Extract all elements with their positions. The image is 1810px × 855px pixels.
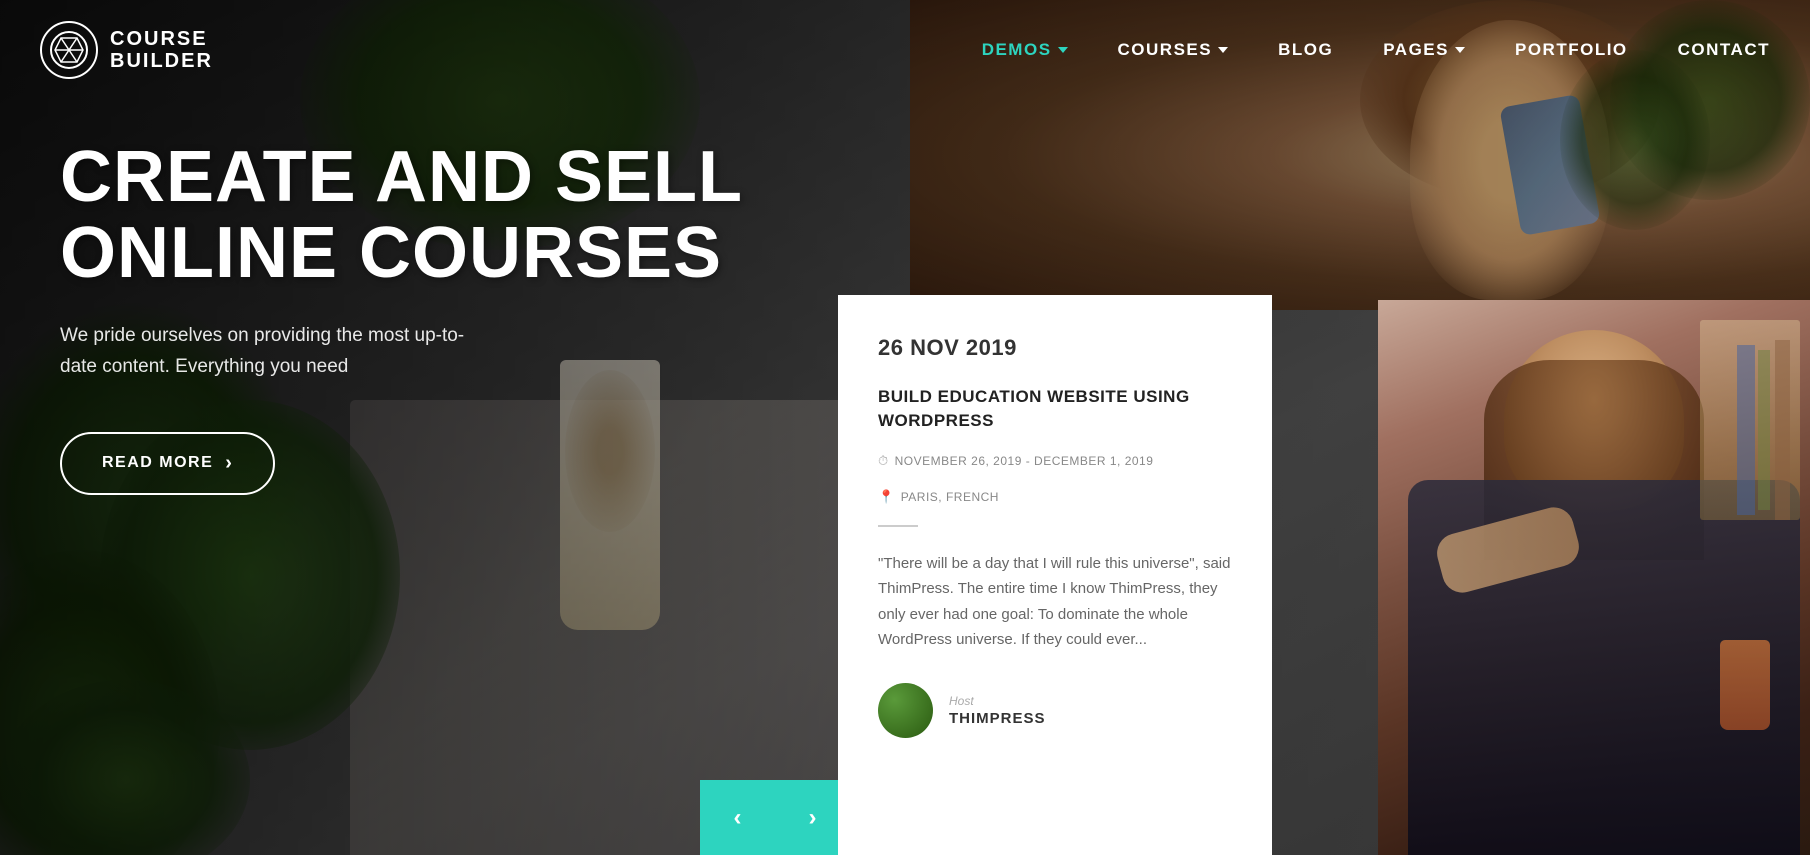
- nav-item-blog[interactable]: BLOG: [1278, 40, 1333, 60]
- book-spine-3: [1737, 345, 1755, 515]
- nav-item-pages[interactable]: PAGES: [1383, 40, 1465, 60]
- blog-date: 26 NOV 2019: [878, 335, 1232, 361]
- next-arrow-icon: ›: [809, 804, 817, 832]
- logo-line1: COURSE: [110, 28, 213, 50]
- nav-label-blog: BLOG: [1278, 40, 1333, 60]
- author-avatar-image: [878, 683, 933, 738]
- hero-content: CREATE AND SELL ONLINE COURSES We pride …: [60, 140, 743, 495]
- brand-logo[interactable]: COURSE BUILDER: [40, 21, 213, 79]
- main-navbar: COURSE BUILDER DEMOS COURSES BLOG PAGES …: [0, 0, 1810, 100]
- nav-item-courses[interactable]: COURSES: [1118, 40, 1229, 60]
- slider-controls: ‹ ›: [700, 780, 850, 855]
- prev-arrow-icon: ‹: [734, 804, 742, 832]
- blog-author: Host THIMPRESS: [878, 683, 1232, 738]
- book-spine-1: [1775, 340, 1790, 520]
- nav-item-contact[interactable]: CONTACT: [1678, 40, 1770, 60]
- location-icon: 📍: [878, 489, 895, 505]
- logo-icon: [40, 21, 98, 79]
- hero-subtitle: We pride ourselves on providing the most…: [60, 321, 480, 382]
- clock-icon: ⏱: [878, 453, 889, 469]
- author-avatar: [878, 683, 933, 738]
- drink-glass: [1720, 640, 1770, 730]
- logo-text: COURSE BUILDER: [110, 28, 213, 72]
- blog-excerpt: "There will be a day that I will rule th…: [878, 551, 1232, 653]
- blog-location-text: PARIS, FRENCH: [901, 490, 999, 504]
- nav-arrow-demos: [1058, 47, 1068, 53]
- nav-label-demos: DEMOS: [982, 40, 1052, 60]
- author-info: Host THIMPRESS: [949, 694, 1046, 727]
- blog-meta-time: ⏱ NOVEMBER 26, 2019 - DECEMBER 1, 2019: [878, 453, 1153, 469]
- blog-time-text: NOVEMBER 26, 2019 - DECEMBER 1, 2019: [895, 454, 1154, 468]
- cta-label: READ MORE: [102, 454, 213, 472]
- nav-label-pages: PAGES: [1383, 40, 1449, 60]
- read-more-button[interactable]: READ MORE ›: [60, 432, 275, 495]
- hero-section: COURSE BUILDER DEMOS COURSES BLOG PAGES …: [0, 0, 1810, 855]
- right-panel: [1378, 300, 1810, 855]
- blog-title[interactable]: BUILD EDUCATION WEBSITE USING WORDPRESS: [878, 385, 1232, 433]
- book-spine-2: [1758, 350, 1770, 510]
- author-name-text: THIMPRESS: [949, 710, 1046, 727]
- nav-item-portfolio[interactable]: PORTFOLIO: [1515, 40, 1628, 60]
- nav-label-courses: COURSES: [1118, 40, 1213, 60]
- nav-label-portfolio: PORTFOLIO: [1515, 40, 1628, 60]
- hero-title: CREATE AND SELL ONLINE COURSES: [60, 140, 743, 291]
- nav-arrow-courses: [1218, 47, 1228, 53]
- blog-meta-location: 📍 PARIS, FRENCH: [878, 489, 999, 505]
- blog-card-panel: 26 NOV 2019 BUILD EDUCATION WEBSITE USIN…: [838, 295, 1272, 855]
- nav-item-demos[interactable]: DEMOS: [982, 40, 1068, 60]
- nav-arrow-pages: [1455, 47, 1465, 53]
- author-label-text: Host: [949, 694, 1046, 708]
- slider-prev-button[interactable]: ‹: [700, 780, 775, 855]
- hero-title-line2: ONLINE COURSES: [60, 213, 722, 293]
- blog-meta: ⏱ NOVEMBER 26, 2019 - DECEMBER 1, 2019 📍…: [878, 453, 1232, 505]
- cta-arrow-icon: ›: [225, 452, 233, 475]
- hero-title-line1: CREATE AND SELL: [60, 137, 743, 217]
- right-panel-image: [1378, 300, 1810, 855]
- blog-divider: [878, 525, 918, 527]
- logo-line2: BUILDER: [110, 50, 213, 72]
- nav-links: DEMOS COURSES BLOG PAGES PORTFOLIO CONTA…: [982, 40, 1770, 60]
- nav-label-contact: CONTACT: [1678, 40, 1770, 60]
